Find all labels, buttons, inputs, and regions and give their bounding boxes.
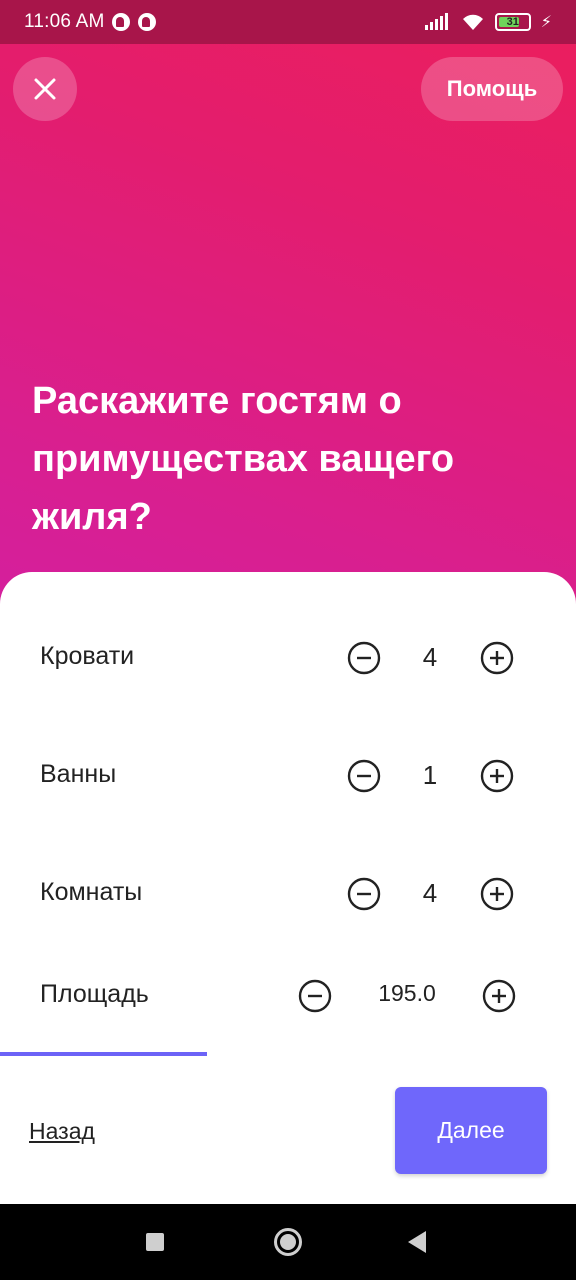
back-icon[interactable] [408,1231,426,1253]
status-bar: 11:06 AM 31 ⚡ [0,0,576,44]
home-icon[interactable] [274,1228,302,1256]
close-icon [34,78,56,100]
status-icons: 31 ⚡ [424,12,552,32]
plus-icon[interactable] [480,641,514,675]
battery-level: 31 [506,16,519,28]
progress-bar [0,1052,576,1056]
back-link[interactable]: Назад [29,1118,95,1145]
counter-value: 1 [422,760,438,790]
recents-icon[interactable] [146,1233,164,1251]
notification-icon [112,13,131,31]
minus-icon[interactable] [347,877,381,911]
close-button[interactable] [13,57,77,121]
status-time: 11:06 AM [24,11,105,32]
system-nav-bar [0,1204,576,1280]
charging-icon: ⚡ [540,14,552,31]
plus-icon[interactable] [480,759,514,793]
counter-value: 195.0 [378,980,436,1006]
help-button[interactable]: Помощь [421,57,563,121]
counter-label: Ванны [40,760,117,788]
counter-row-rooms: Комнаты 4 [0,864,576,924]
counter-row-baths: Ванны 1 [0,746,576,806]
signal-icon [424,13,448,30]
next-button[interactable]: Далее [395,1087,547,1174]
minus-icon[interactable] [347,759,381,793]
minus-icon[interactable] [298,979,332,1013]
plus-icon[interactable] [482,979,516,1013]
counter-row-area: Площадь 195.0 [0,966,576,1026]
battery-icon: 31 [494,13,531,31]
counter-label: Комнаты [40,878,143,906]
progress-fill [0,1052,208,1056]
counter-value: 4 [422,878,438,908]
counter-value: 4 [422,642,438,672]
counter-label: Площадь [40,980,149,1008]
wifi-icon [462,14,483,30]
notification-icon [138,13,157,31]
page-title: Раскажите гостям о примуществах ващего ж… [32,380,455,538]
counter-sheet: Кровати 4 Ванны 1 Комнаты 4 Площадь 195.… [0,572,576,1204]
counter-label: Кровати [40,642,135,670]
counter-row-beds: Кровати 4 [0,628,576,688]
plus-icon[interactable] [480,877,514,911]
minus-icon[interactable] [347,641,381,675]
